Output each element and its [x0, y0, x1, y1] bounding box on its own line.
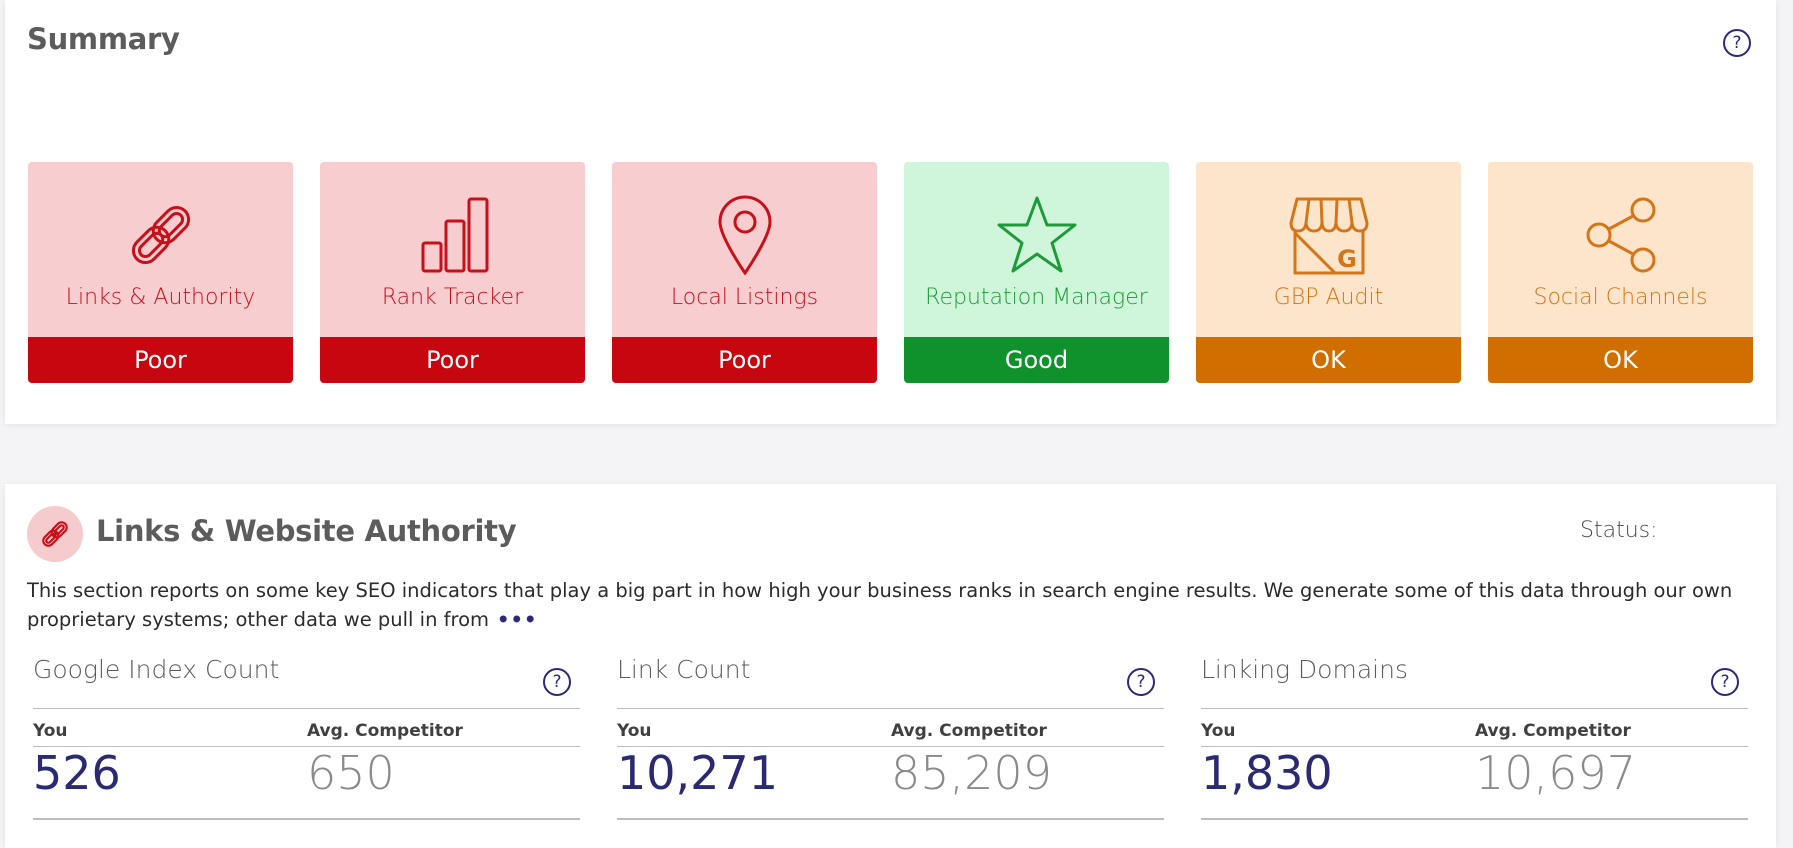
section-title: Links & Website Authority: [96, 514, 517, 548]
help-icon[interactable]: ?: [1127, 668, 1155, 696]
link-icon: [28, 195, 293, 275]
competitor-label: Avg. Competitor: [1475, 721, 1631, 741]
competitor-value: 650: [307, 746, 395, 800]
svg-text:G: G: [1337, 245, 1357, 273]
you-label: You: [1201, 721, 1236, 741]
card-status-badge: Poor: [612, 337, 877, 383]
you-value: 1,830: [1201, 746, 1333, 800]
card-rank-tracker[interactable]: Rank Tracker Poor: [320, 162, 585, 383]
metric-title: Linking Domains: [1201, 655, 1408, 684]
divider: [1201, 708, 1748, 709]
card-status-badge: Poor: [28, 337, 293, 383]
card-label: Links & Authority: [65, 285, 256, 310]
description-text: This section reports on some key SEO ind…: [27, 579, 1733, 631]
summary-help-icon[interactable]: ?: [1723, 29, 1751, 57]
card-reputation-manager[interactable]: Reputation Manager Good: [904, 162, 1169, 383]
links-authority-panel: Links & Website Authority Status: This s…: [5, 484, 1776, 848]
competitor-label: Avg. Competitor: [307, 721, 463, 741]
card-status-badge: Good: [904, 337, 1169, 383]
divider: [33, 818, 580, 820]
card-label: Local Listings: [670, 285, 819, 310]
card-links-authority[interactable]: Links & Authority Poor: [28, 162, 293, 383]
help-icon[interactable]: ?: [1711, 668, 1739, 696]
bar-chart-icon: [320, 195, 585, 275]
you-label: You: [33, 721, 68, 741]
star-icon: [904, 195, 1169, 275]
metric-title: Link Count: [617, 655, 751, 684]
divider: [617, 818, 1164, 820]
share-icon: [1488, 195, 1753, 275]
summary-panel: Summary ? Links & Authority Poor Rank Tr…: [5, 0, 1776, 424]
section-description: This section reports on some key SEO ind…: [27, 576, 1762, 634]
competitor-value: 85,209: [891, 746, 1052, 800]
metric-title: Google Index Count: [33, 655, 280, 684]
storefront-icon: G: [1196, 195, 1461, 275]
card-social-channels[interactable]: Social Channels OK: [1488, 162, 1753, 383]
card-label: GBP Audit: [1273, 285, 1384, 310]
map-pin-icon: [612, 195, 877, 275]
summary-title: Summary: [27, 22, 180, 56]
divider: [1201, 818, 1748, 820]
competitor-label: Avg. Competitor: [891, 721, 1047, 741]
link-icon: [27, 506, 83, 562]
divider: [617, 708, 1164, 709]
divider: [33, 708, 580, 709]
you-label: You: [617, 721, 652, 741]
competitor-value: 10,697: [1475, 746, 1636, 800]
card-label: Social Channels: [1533, 285, 1708, 310]
card-status-badge: Poor: [320, 337, 585, 383]
status-label: Status:: [1580, 518, 1658, 543]
card-gbp-audit[interactable]: G GBP Audit OK: [1196, 162, 1461, 383]
card-local-listings[interactable]: Local Listings Poor: [612, 162, 877, 383]
card-label: Rank Tracker: [381, 285, 524, 310]
you-value: 10,271: [617, 746, 778, 800]
card-status-badge: OK: [1196, 337, 1461, 383]
more-button[interactable]: •••: [497, 608, 537, 631]
you-value: 526: [33, 746, 121, 800]
card-label: Reputation Manager: [925, 285, 1148, 310]
help-icon[interactable]: ?: [543, 668, 571, 696]
card-status-badge: OK: [1488, 337, 1753, 383]
